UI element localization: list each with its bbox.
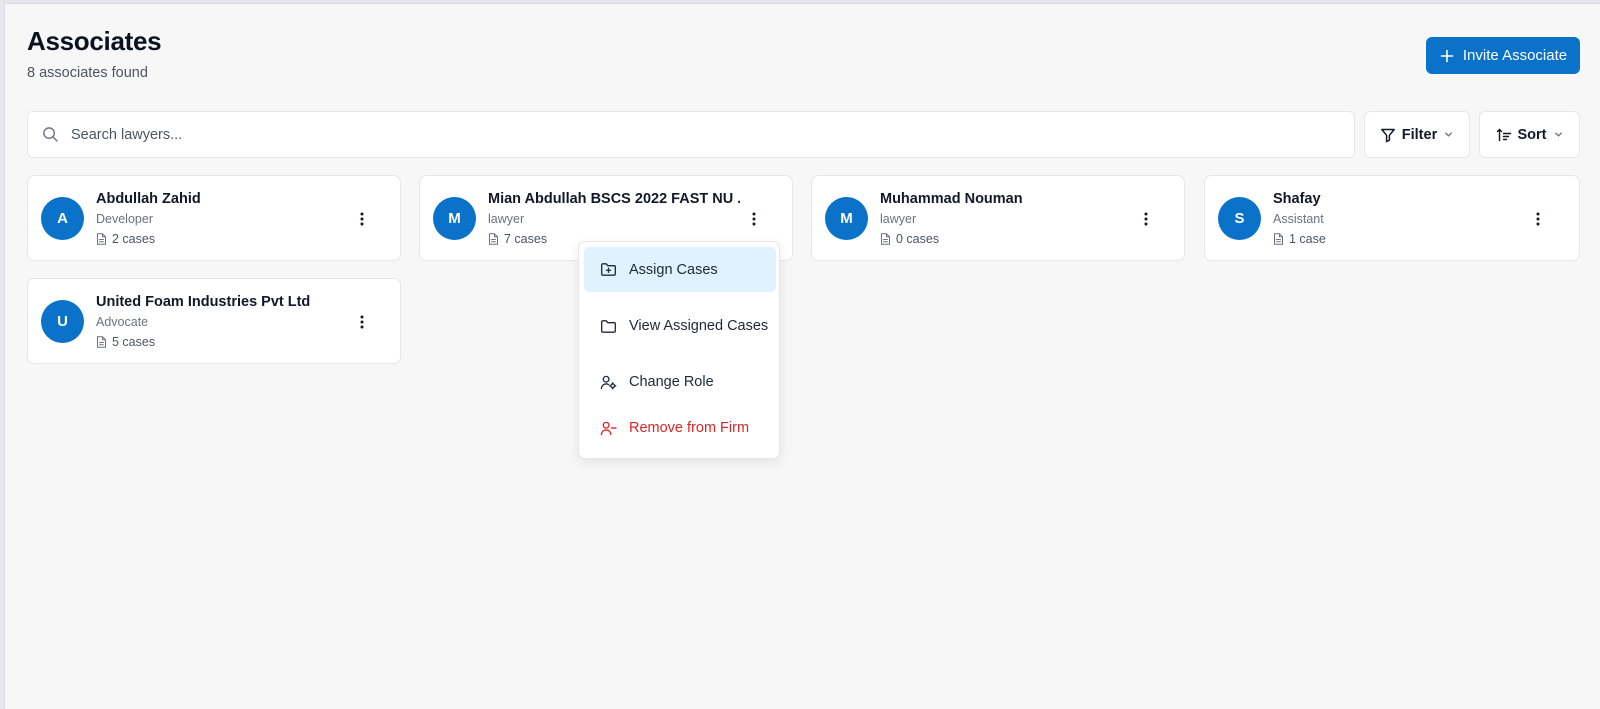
associate-name: Mian Abdullah BSCS 2022 FAST NU ... [488, 191, 740, 207]
page-title: Associates [27, 26, 162, 56]
associate-card[interactable]: S Shafay Assistant 1 case [1204, 175, 1580, 261]
menu-item-assign-cases[interactable]: Assign Cases [584, 247, 776, 292]
menu-item-label: Assign Cases [629, 261, 718, 278]
invite-associate-label: Invite Associate [1462, 47, 1568, 64]
associate-card[interactable]: M Muhammad Nouman lawyer 0 cases [811, 175, 1185, 261]
document-icon [1274, 233, 1283, 245]
associate-role: Developer [96, 212, 153, 226]
case-count: 2 cases [96, 232, 155, 246]
sort-ascending-icon [1496, 128, 1511, 141]
document-icon [97, 336, 106, 348]
search-box[interactable] [27, 111, 1355, 158]
invite-associate-button[interactable]: Invite Associate [1426, 37, 1580, 74]
user-cog-icon [600, 375, 617, 389]
folder-icon [601, 319, 616, 333]
more-options-button[interactable] [1132, 205, 1160, 233]
more-vertical-icon [1144, 212, 1148, 226]
more-options-button[interactable] [348, 205, 376, 233]
more-vertical-icon [360, 315, 364, 329]
associate-name: Abdullah Zahid [96, 191, 201, 207]
associate-name: Muhammad Nouman [880, 191, 1023, 207]
associate-card[interactable]: A Abdullah Zahid Developer 2 cases [27, 175, 401, 261]
filter-label: Filter [1401, 126, 1438, 143]
case-count: 0 cases [880, 232, 939, 246]
user-minus-icon [600, 421, 617, 435]
document-icon [881, 233, 890, 245]
document-icon [97, 233, 106, 245]
more-vertical-icon [752, 212, 756, 226]
plus-icon [1440, 49, 1454, 62]
case-count: 1 case [1273, 232, 1326, 246]
sort-label: Sort [1517, 126, 1547, 143]
chevron-down-icon [1445, 132, 1453, 137]
search-input[interactable] [71, 126, 1331, 143]
document-icon [489, 233, 498, 245]
associate-context-menu: Assign Cases View Assigned Cases Change … [578, 241, 780, 459]
menu-item-view-assigned-cases[interactable]: View Assigned Cases [584, 296, 776, 356]
associate-role: Advocate [96, 315, 149, 329]
associate-role: Assistant [1273, 212, 1324, 226]
avatar: U [41, 300, 84, 343]
more-vertical-icon [1536, 212, 1540, 226]
menu-item-remove-from-firm[interactable]: Remove from Firm [584, 406, 776, 450]
associate-name: United Foam Industries Pvt Ltd [96, 294, 311, 310]
associate-role: lawyer [488, 212, 525, 226]
case-count: 5 cases [96, 335, 155, 349]
avatar: S [1218, 197, 1261, 240]
associate-name: Shafay [1273, 191, 1321, 207]
sort-button[interactable]: Sort [1479, 111, 1580, 158]
menu-item-label: Change Role [629, 374, 714, 390]
window-left-edge [0, 0, 5, 709]
associate-role: lawyer [880, 212, 917, 226]
avatar: A [41, 197, 84, 240]
associates-count: 8 associates found [27, 65, 148, 81]
filter-icon [1380, 128, 1395, 142]
more-options-button[interactable] [740, 205, 768, 233]
case-count: 7 cases [488, 232, 547, 246]
menu-item-change-role[interactable]: Change Role [584, 360, 776, 404]
menu-item-label: Remove from Firm [629, 420, 750, 436]
folder-plus-icon [601, 263, 616, 276]
filter-button[interactable]: Filter [1364, 111, 1470, 158]
more-options-button[interactable] [1524, 205, 1552, 233]
menu-item-label: View Assigned Cases [629, 317, 769, 334]
chevron-down-icon [1554, 132, 1562, 137]
search-icon [43, 127, 58, 142]
more-vertical-icon [360, 212, 364, 226]
more-options-button[interactable] [348, 308, 376, 336]
avatar: M [433, 197, 476, 240]
window-top-edge [0, 0, 1600, 4]
avatar: M [825, 197, 868, 240]
associate-card[interactable]: U United Foam Industries Pvt Ltd Advocat… [27, 278, 401, 364]
